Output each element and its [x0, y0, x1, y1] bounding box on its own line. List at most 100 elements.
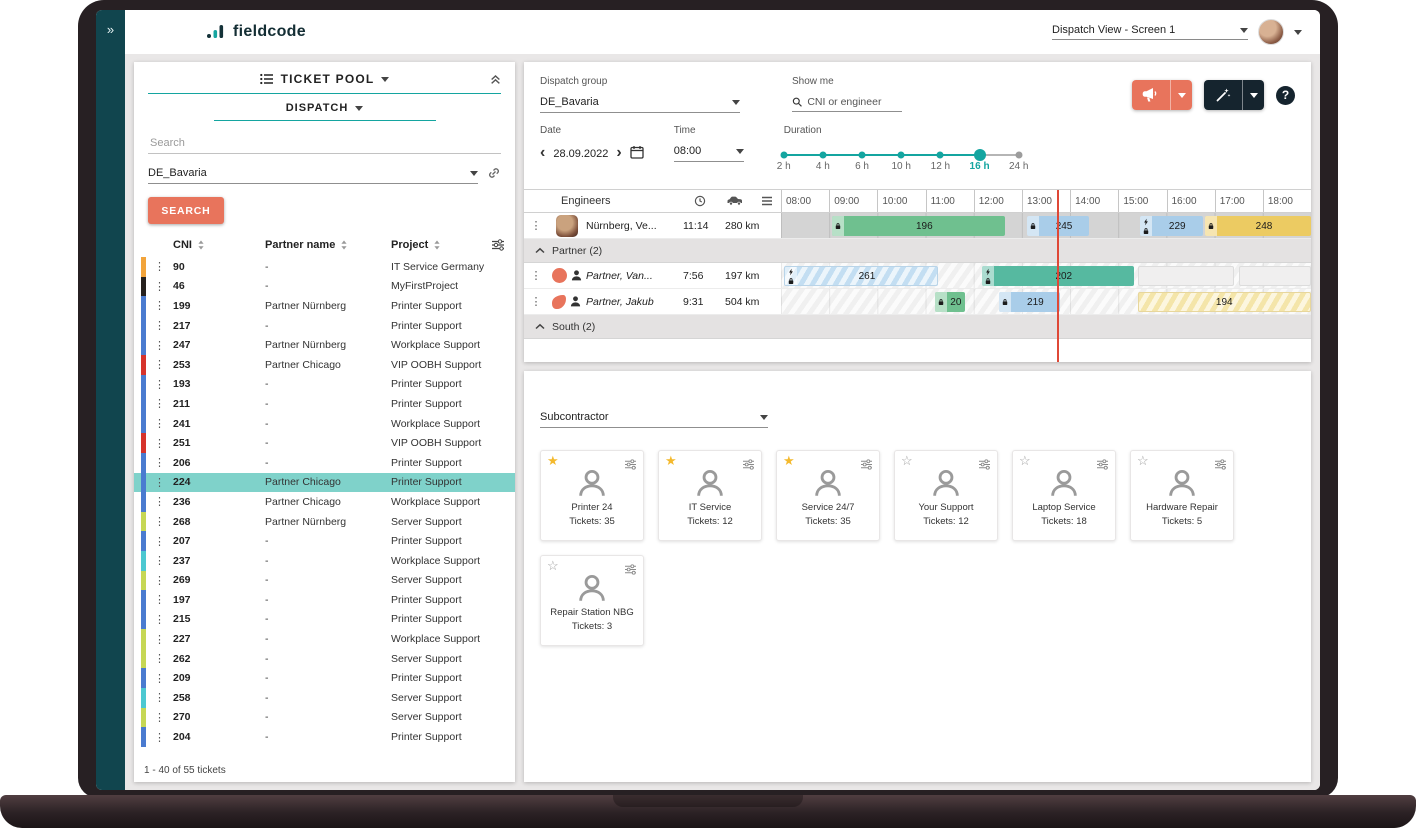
ticket-pool-selector[interactable]: TICKET POOL — [148, 72, 501, 94]
duration-option-label[interactable]: 2 h — [777, 161, 791, 172]
auto-assign-split-button[interactable] — [1204, 80, 1264, 110]
ticket-row[interactable]: ⋮269-Server Support — [134, 571, 515, 591]
ticket-row[interactable]: ⋮215-Printer Support — [134, 610, 515, 630]
card-menu-icon[interactable] — [624, 457, 637, 475]
duration-option-label[interactable]: 10 h — [891, 161, 910, 172]
show-me-search[interactable] — [792, 96, 902, 112]
timeline-group-header[interactable]: South (2) — [524, 315, 1311, 339]
schedule-bar[interactable]: 248 — [1205, 216, 1311, 236]
timeline-track[interactable]: 196245229248 — [781, 213, 1311, 238]
ticket-row[interactable]: ⋮209-Printer Support — [134, 668, 515, 688]
next-day-button[interactable]: › — [616, 147, 621, 160]
subcontractor-card[interactable]: ☆Repair Station NBGTickets: 3 — [540, 555, 644, 646]
ticket-row[interactable]: ⋮206-Printer Support — [134, 453, 515, 473]
duration-option-dot[interactable] — [819, 152, 826, 159]
search-button[interactable]: SEARCH — [148, 197, 224, 224]
prev-day-button[interactable]: ‹ — [540, 147, 545, 160]
duration-option-label[interactable]: 24 h — [1009, 161, 1028, 172]
view-selector[interactable]: Dispatch View - Screen 1 — [1052, 24, 1248, 40]
schedule-bar[interactable]: 194 — [1138, 292, 1311, 312]
row-menu-icon[interactable]: ⋮ — [146, 672, 173, 685]
row-menu-icon[interactable]: ⋮ — [146, 339, 173, 352]
row-menu-icon[interactable]: ⋮ — [146, 397, 173, 410]
filter-icon[interactable] — [481, 239, 515, 251]
favorite-star-icon[interactable]: ☆ — [1137, 454, 1149, 467]
schedule-bar[interactable]: 219 — [999, 292, 1060, 312]
ticket-row[interactable]: ⋮241-Workplace Support — [134, 414, 515, 434]
schedule-bar[interactable] — [1239, 266, 1311, 286]
ticket-row[interactable]: ⋮262-Server Support — [134, 649, 515, 669]
announce-dropdown-chevron[interactable] — [1170, 80, 1192, 110]
announce-split-button[interactable] — [1132, 80, 1192, 110]
card-menu-icon[interactable] — [978, 457, 991, 475]
row-menu-icon[interactable]: ⋮ — [524, 269, 548, 282]
row-menu-icon[interactable]: ⋮ — [146, 574, 173, 587]
sort-icon[interactable] — [433, 240, 441, 250]
duration-option-dot[interactable] — [937, 152, 944, 159]
column-header-partner[interactable]: Partner name — [265, 239, 391, 251]
ticket-row[interactable]: ⋮224Partner ChicagoPrinter Support — [134, 473, 515, 493]
user-menu-chevron-icon[interactable] — [1294, 30, 1302, 35]
schedule-bar[interactable] — [1138, 266, 1234, 286]
auto-assign-dropdown-chevron[interactable] — [1242, 80, 1264, 110]
ticket-row[interactable]: ⋮217-Printer Support — [134, 316, 515, 336]
favorite-star-icon[interactable]: ☆ — [901, 454, 913, 467]
row-menu-icon[interactable]: ⋮ — [146, 417, 173, 430]
subcontractor-card[interactable]: ★Service 24/7Tickets: 35 — [776, 450, 880, 541]
ticket-row[interactable]: ⋮247Partner NürnbergWorkplace Support — [134, 335, 515, 355]
subcontractor-card[interactable]: ☆Your SupportTickets: 12 — [894, 450, 998, 541]
card-menu-icon[interactable] — [1214, 457, 1227, 475]
sort-icon[interactable] — [197, 240, 205, 250]
row-menu-icon[interactable]: ⋮ — [146, 378, 173, 391]
help-button[interactable]: ? — [1276, 86, 1295, 105]
collapsed-sidebar[interactable]: » — [96, 10, 125, 790]
ticket-row[interactable]: ⋮204-Printer Support — [134, 727, 515, 747]
favorite-star-icon[interactable]: ★ — [783, 454, 795, 467]
row-menu-icon[interactable]: ⋮ — [146, 554, 173, 567]
duration-option-dot[interactable] — [859, 152, 866, 159]
row-menu-icon[interactable]: ⋮ — [146, 633, 173, 646]
ticket-row[interactable]: ⋮90-IT Service Germany — [134, 257, 515, 277]
sort-icon[interactable] — [340, 240, 348, 250]
duration-option-dot[interactable] — [1015, 152, 1022, 159]
ticket-group-select[interactable]: DE_Bavaria — [148, 167, 478, 184]
link-icon[interactable] — [487, 166, 501, 185]
row-menu-icon[interactable]: ⋮ — [524, 295, 548, 308]
row-menu-icon[interactable]: ⋮ — [146, 652, 173, 665]
duration-option-label[interactable]: 6 h — [855, 161, 869, 172]
favorite-star-icon[interactable]: ★ — [547, 454, 559, 467]
row-menu-icon[interactable]: ⋮ — [146, 731, 173, 744]
row-menu-icon[interactable]: ⋮ — [146, 319, 173, 332]
subcontractor-card[interactable]: ★IT ServiceTickets: 12 — [658, 450, 762, 541]
dispatch-group-select[interactable]: DE_Bavaria — [540, 96, 740, 113]
dispatch-mode-selector[interactable]: DISPATCH — [214, 102, 436, 121]
card-menu-icon[interactable] — [742, 457, 755, 475]
column-header-cni[interactable]: CNI — [173, 239, 265, 251]
ticket-row[interactable]: ⋮211-Printer Support — [134, 394, 515, 414]
schedule-bar[interactable]: 20 — [935, 292, 965, 312]
ticket-row[interactable]: ⋮258-Server Support — [134, 688, 515, 708]
card-menu-icon[interactable] — [860, 457, 873, 475]
ticket-row[interactable]: ⋮193-Printer Support — [134, 375, 515, 395]
subcontractor-card[interactable]: ☆Laptop ServiceTickets: 18 — [1012, 450, 1116, 541]
megaphone-icon[interactable] — [1132, 80, 1170, 110]
subcontractor-card[interactable]: ★Printer 24Tickets: 35 — [540, 450, 644, 541]
row-menu-icon[interactable]: ⋮ — [146, 358, 173, 371]
row-menu-icon[interactable]: ⋮ — [146, 593, 173, 606]
schedule-bar[interactable]: 261 — [784, 266, 938, 286]
row-menu-icon[interactable]: ⋮ — [146, 456, 173, 469]
row-menu-icon[interactable]: ⋮ — [146, 691, 173, 704]
ticket-row[interactable]: ⋮207-Printer Support — [134, 531, 515, 551]
row-menu-icon[interactable]: ⋮ — [146, 437, 173, 450]
timeline-track[interactable]: 261202 — [781, 263, 1311, 288]
card-menu-icon[interactable] — [624, 562, 637, 580]
duration-option-label[interactable]: 4 h — [816, 161, 830, 172]
duration-option-dot[interactable] — [898, 152, 905, 159]
row-menu-icon[interactable]: ⋮ — [146, 476, 173, 489]
duration-option-dot[interactable] — [780, 152, 787, 159]
ticket-row[interactable]: ⋮197-Printer Support — [134, 590, 515, 610]
row-menu-icon[interactable]: ⋮ — [146, 495, 173, 508]
row-menu-icon[interactable]: ⋮ — [146, 280, 173, 293]
time-select[interactable]: 08:00 — [674, 145, 744, 162]
ticket-row[interactable]: ⋮270-Server Support — [134, 708, 515, 728]
